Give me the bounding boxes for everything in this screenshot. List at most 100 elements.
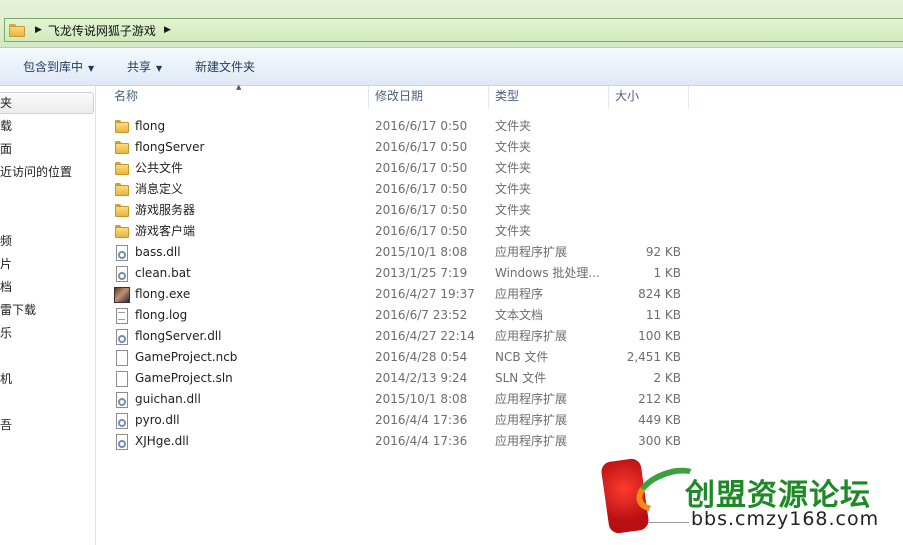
file-row[interactable]: 消息定义 2016/6/17 0:50 文件夹 (110, 179, 690, 200)
navigation-pane: 夹 载 面 近访问的位置 频 片 档 雷下载 乐 机 吾 (0, 86, 96, 545)
file-icon (114, 371, 130, 387)
nav-item-videos[interactable]: 频 (0, 231, 12, 251)
file-type: SLN 文件 (495, 371, 547, 385)
file-type: 应用程序 (495, 287, 544, 301)
nav-item-documents[interactable]: 档 (0, 277, 12, 297)
file-row[interactable]: XJHge.dll 2016/4/4 17:36 应用程序扩展 300 KB (110, 431, 690, 452)
share-label: 共享 (127, 60, 152, 74)
file-type: 文件夹 (495, 182, 532, 196)
include-in-library-button[interactable]: 包含到库中 ▼ (23, 59, 94, 75)
file-name: guichan.dll (135, 392, 201, 406)
file-name: pyro.dll (135, 413, 180, 427)
file-name: flong (135, 119, 166, 133)
file-type: 应用程序扩展 (495, 434, 568, 448)
new-folder-button[interactable]: 新建文件夹 (195, 59, 255, 75)
file-row[interactable]: pyro.dll 2016/4/4 17:36 应用程序扩展 449 KB (110, 410, 690, 431)
share-button[interactable]: 共享 ▼ (127, 59, 162, 75)
file-size: 11 KB (645, 308, 681, 322)
file-date: 2016/6/17 0:50 (375, 161, 468, 175)
file-type: 应用程序扩展 (495, 245, 568, 259)
file-size: 92 KB (645, 245, 681, 259)
nav-item-favorites[interactable]: 夹 (0, 93, 12, 113)
file-name: 消息定义 (135, 182, 184, 196)
chevron-right-icon[interactable]: ▶ (35, 25, 42, 35)
nav-item-thunder-downloads[interactable]: 雷下载 (0, 300, 36, 320)
command-toolbar: 包含到库中 ▼ 共享 ▼ 新建文件夹 (0, 48, 903, 86)
address-bar[interactable]: ▶ 飞龙传说网狐子游戏 ▶ (4, 18, 903, 42)
file-name: GameProject.sln (135, 371, 233, 385)
file-date: 2016/6/17 0:50 (375, 182, 468, 196)
file-row[interactable]: bass.dll 2015/10/1 8:08 应用程序扩展 92 KB (110, 242, 690, 263)
file-row[interactable]: 游戏服务器 2016/6/17 0:50 文件夹 (110, 200, 690, 221)
nav-item-computer[interactable]: 机 (0, 369, 12, 389)
file-row[interactable]: flongServer.dll 2016/4/27 22:14 应用程序扩展 100 … (110, 326, 690, 347)
text-file-icon (114, 308, 130, 324)
file-date: 2015/10/1 8:08 (375, 392, 468, 406)
file-type: 文件夹 (495, 140, 532, 154)
dropdown-arrow-icon: ▼ (88, 64, 95, 73)
file-row[interactable]: flong 2016/6/17 0:50 文件夹 (110, 116, 690, 137)
bat-icon (114, 266, 130, 282)
dll-icon (114, 392, 130, 408)
file-name: flongServer (135, 140, 205, 154)
include-in-library-label: 包含到库中 (23, 60, 84, 74)
file-row[interactable]: 游戏客户端 2016/6/17 0:50 文件夹 (110, 221, 690, 242)
watermark-url: bbs.cmzy168.com (691, 508, 880, 530)
file-date: 2016/6/7 23:52 (375, 308, 468, 322)
dll-icon (114, 245, 130, 261)
file-row[interactable]: clean.bat 2013/1/25 7:19 Windows 批处理... 1 K… (110, 263, 690, 284)
file-date: 2013/1/25 7:19 (375, 266, 468, 280)
nav-item-downloads[interactable]: 载 (0, 116, 12, 136)
file-row[interactable]: guichan.dll 2015/10/1 8:08 应用程序扩展 212 KB (110, 389, 690, 410)
folder-icon (114, 140, 130, 156)
column-header-type[interactable]: 类型 (489, 86, 609, 108)
file-date: 2016/4/27 19:37 (375, 287, 475, 301)
new-folder-label: 新建文件夹 (195, 60, 256, 74)
breadcrumb-item[interactable]: 飞龙传说网狐子游戏 (48, 22, 156, 39)
column-header-name[interactable]: 名称 (108, 86, 369, 108)
file-size (608, 179, 681, 200)
column-header-size[interactable]: 大小 (609, 86, 689, 108)
nav-item-network[interactable]: 吾 (0, 415, 12, 435)
file-size: 824 KB (638, 287, 681, 301)
file-icon (114, 350, 130, 366)
nav-item-pictures[interactable]: 片 (0, 254, 12, 274)
file-type: 应用程序扩展 (495, 392, 568, 406)
file-date: 2016/6/17 0:50 (375, 224, 468, 238)
file-date: 2016/6/17 0:50 (375, 140, 468, 154)
watermark-divider (649, 522, 689, 523)
watermark: 创盟资源论坛 bbs.cmzy168.com (585, 452, 903, 545)
file-type: 文件夹 (495, 119, 532, 133)
file-size (608, 116, 681, 137)
folder-icon (114, 119, 130, 135)
file-name: XJHge.dll (135, 434, 189, 448)
file-size: 212 KB (638, 392, 681, 406)
dropdown-arrow-icon: ▼ (156, 64, 163, 73)
file-type: 文件夹 (495, 203, 532, 217)
file-size (608, 158, 681, 179)
file-size: 2,451 KB (626, 350, 681, 364)
file-type: 文件夹 (495, 161, 532, 175)
file-name: bass.dll (135, 245, 181, 259)
chevron-right-icon[interactable]: ▶ (164, 25, 171, 35)
file-date: 2014/2/13 9:24 (375, 371, 468, 385)
file-date: 2016/4/27 22:14 (375, 329, 475, 343)
file-row[interactable]: flong.log 2016/6/7 23:52 文本文档 11 KB (110, 305, 690, 326)
file-row[interactable]: 公共文件 2016/6/17 0:50 文件夹 (110, 158, 690, 179)
file-size: 2 KB (653, 371, 681, 385)
file-row[interactable]: flong.exe 2016/4/27 19:37 应用程序 824 KB (110, 284, 690, 305)
file-row[interactable]: GameProject.sln 2014/2/13 9:24 SLN 文件 2 KB (110, 368, 690, 389)
file-size: 100 KB (638, 329, 681, 343)
address-bar-area: ▶ 飞龙传说网狐子游戏 ▶ (0, 0, 903, 48)
column-header-date[interactable]: 修改日期 (369, 86, 489, 108)
file-row[interactable]: flongServer 2016/6/17 0:50 文件夹 (110, 137, 690, 158)
nav-item-desktop[interactable]: 面 (0, 139, 12, 159)
nav-item-music[interactable]: 乐 (0, 323, 12, 343)
file-size (608, 137, 681, 158)
file-name: flong.exe (135, 287, 191, 301)
file-row[interactable]: GameProject.ncb 2016/4/28 0:54 NCB 文件 2,451… (110, 347, 690, 368)
file-size (608, 200, 681, 221)
nav-item-recent-places[interactable]: 近访问的位置 (0, 162, 72, 182)
folder-icon (9, 23, 25, 37)
file-date: 2016/4/4 17:36 (375, 413, 468, 427)
